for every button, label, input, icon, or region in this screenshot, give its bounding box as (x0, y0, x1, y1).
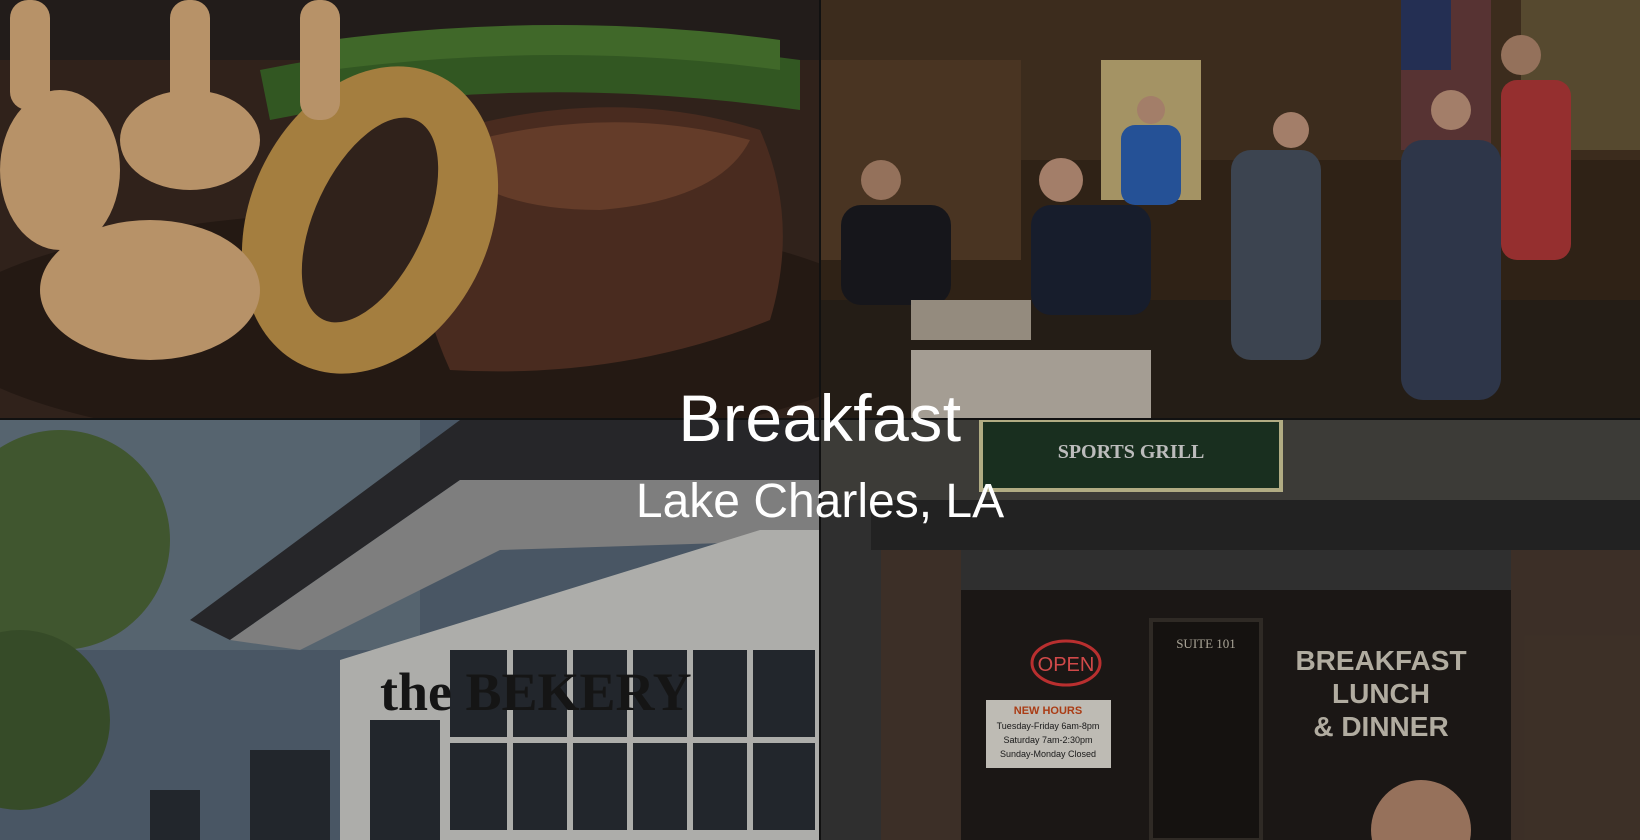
suite-number: SUITE 101 (1176, 636, 1236, 651)
bakery-sign: the BEKERY (380, 662, 692, 722)
bakery-building-photo: the BEKERY (0, 420, 819, 840)
hours-line: Saturday 7am-2:30pm (1003, 735, 1092, 745)
hours-line: Sunday-Monday Closed (1000, 749, 1096, 759)
hours-title: NEW HOURS (1014, 705, 1082, 717)
hours-line: Tuesday-Friday 6am-8pm (997, 721, 1100, 731)
window-text-line: LUNCH (1332, 678, 1430, 709)
window-text-line: BREAKFAST (1295, 645, 1466, 676)
storefront-photo: SPORTS GRILL OPEN NEW HOURS Tuesday-Frid… (821, 420, 1640, 840)
steak-shrimp-plate-photo (0, 0, 819, 418)
restaurant-interior-photo (821, 0, 1640, 418)
open-sign: OPEN (1038, 654, 1095, 676)
window-text-line: & DINNER (1313, 711, 1448, 742)
photo-collage: the BEKERY SPORTS GRILL OPEN NEW HOURS T… (0, 0, 1640, 840)
sports-grill-banner: SPORTS GRILL (1058, 441, 1205, 463)
